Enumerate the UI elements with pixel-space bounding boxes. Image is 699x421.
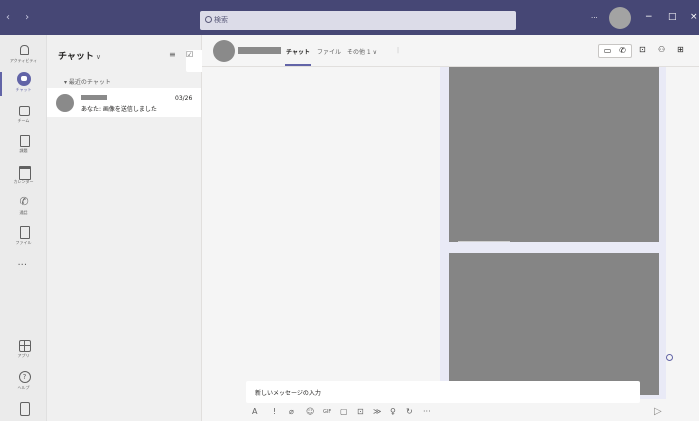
tab-files[interactable]: ファイル [317,47,341,56]
rail-item-assignments[interactable]: 課題 [0,133,47,154]
rail-label: チャット [15,87,32,92]
rail-label: 通話 [19,210,28,215]
avatar[interactable] [213,40,235,62]
praise-icon[interactable]: ♀ [390,407,396,416]
rail-label: チーム [17,118,30,123]
rail-item-calls[interactable]: 通話 [0,195,47,216]
chat-preview: あなた: 画像を送信しました [81,106,157,113]
calendar-icon [17,164,31,180]
screen-share-icon[interactable]: ⊡ [639,44,646,58]
apps-icon [17,338,31,352]
image-divider [458,241,510,242]
more-icon [17,260,31,274]
chevron-down-icon: ∨ [95,53,102,61]
important-icon[interactable]: ! [273,407,276,416]
file-icon [17,225,31,239]
device-icon [17,401,31,416]
rail-item-help[interactable]: ヘルプ [0,370,47,391]
rail-item-device[interactable] [0,401,47,416]
rail-item-apps[interactable]: アプリ [0,338,47,359]
rail-item-more[interactable] [0,260,47,274]
message-compose-box[interactable]: 新しいメッセージの入力 [246,381,640,403]
minimize-button[interactable]: − [645,12,653,22]
compose-placeholder: 新しいメッセージの入力 [255,390,321,397]
read-receipt-icon [666,354,673,361]
chat-main: チャット ファイル その他 1 ∨ | ▭ ✆ ⊡ ⚇ ⊞ 新しいメッセージの入力… [202,35,699,421]
more-options-icon[interactable]: ⊞ [677,44,684,58]
tab-chat[interactable]: チャット [286,47,310,56]
chat-list-title-text: チャット [58,52,94,62]
nav-arrows[interactable]: ‹ › [6,12,35,23]
rail-item-activity[interactable]: アクティビティ [0,43,47,64]
chat-date: 03/26 [175,95,193,102]
video-call-icon[interactable]: ▭ [600,45,615,57]
maximize-button[interactable]: □ [668,12,677,22]
redacted-contact-name [81,95,107,100]
rail-label: ファイル [15,240,32,245]
bell-icon [17,43,31,57]
help-icon [17,370,31,384]
search-input[interactable]: 検索 [200,11,516,30]
people-icon[interactable]: ⚇ [658,44,665,58]
rail-item-calendar[interactable]: カレンダー [0,164,47,185]
rail-item-teams[interactable]: チーム [0,103,47,124]
rail-label: アプリ [17,353,30,358]
more-tools-icon[interactable]: ··· [423,407,431,416]
recent-chats-section[interactable]: ▾ 最近のチャット [64,77,111,86]
teams-icon [17,103,31,117]
rail-label: 課題 [19,148,28,153]
sticker-icon[interactable]: ▢ [340,407,348,416]
chat-icon [16,72,31,86]
chat-header: チャット ファイル その他 1 ∨ | ▭ ✆ ⊡ ⚇ ⊞ [202,35,699,67]
image-attachment[interactable] [449,253,659,395]
settings-more-button[interactable]: ··· [591,14,598,22]
rail-item-files[interactable]: ファイル [0,225,47,246]
call-buttons-group: ▭ ✆ [598,44,632,58]
send-icon[interactable]: ▷ [654,406,662,417]
send-forward-icon[interactable]: ≫ [373,407,381,416]
close-button[interactable]: × [690,12,698,22]
attach-icon[interactable]: ⌀ [289,407,294,416]
profile-avatar[interactable] [609,7,631,29]
redacted-contact-name [238,47,281,54]
search-icon [205,16,212,23]
search-placeholder: 検索 [214,16,228,24]
format-icon[interactable]: A [252,407,257,416]
assignment-icon [17,133,31,147]
audio-call-icon[interactable]: ✆ [615,45,630,57]
filter-icon[interactable]: ≡ [169,50,176,59]
chat-list-panel: チャット ∨ ≡ ☑ ▾ 最近のチャット 03/26 あなた: 画像を送信しました [47,35,580,421]
gif-icon[interactable]: GIF [323,409,331,415]
loop-icon[interactable]: ↻ [406,407,413,416]
tab-separator: | [397,47,400,54]
chat-list-item[interactable]: 03/26 あなた: 画像を送信しました [47,88,201,117]
emoji-icon[interactable]: ☺ [306,407,314,416]
sent-message-bubble [440,67,666,399]
title-bar: ‹ › 検索 ··· − □ × [0,0,699,35]
app-rail: アクティビティ チャット チーム 課題 カレンダー 通話 ファイル アプリ ヘル… [0,35,47,421]
meet-icon[interactable]: ⊡ [357,407,364,416]
rail-label: アクティビティ [9,58,38,63]
chat-list-title[interactable]: チャット ∨ [58,49,101,62]
avatar [56,94,74,112]
active-tab-indicator [285,64,311,66]
rail-item-chat[interactable]: チャット [0,72,47,96]
tab-more[interactable]: その他 1 ∨ [347,47,377,56]
call-icon [17,195,31,209]
image-attachment[interactable] [449,67,659,242]
rail-label: ヘルプ [17,385,30,390]
